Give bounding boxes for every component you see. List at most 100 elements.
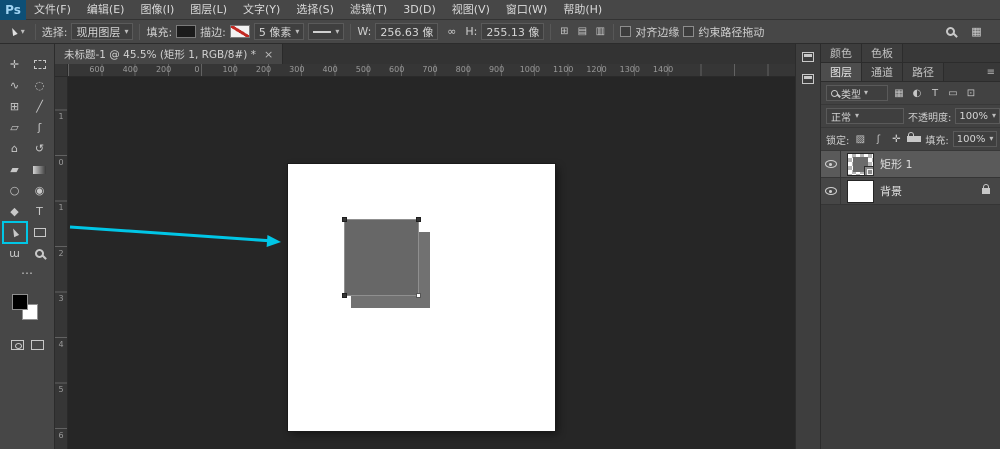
- lock-position-icon[interactable]: ✛: [889, 132, 903, 146]
- brush-tool[interactable]: ʃ: [29, 118, 51, 137]
- document-area: 未标题-1 @ 45.5% (矩形 1, RGB/8#) * × 600 400 2…: [55, 44, 795, 449]
- layer-filter-dropdown[interactable]: 类型 ▾: [826, 85, 888, 101]
- ruler-label: 600: [389, 65, 405, 74]
- panel-tab-路径[interactable]: 路径: [903, 63, 944, 81]
- fill-color-swatch[interactable]: [176, 25, 197, 38]
- gradient-tool[interactable]: [29, 160, 51, 179]
- menu-item[interactable]: 编辑(E): [79, 0, 133, 20]
- workspace-switcher-icon[interactable]: ▦: [967, 23, 986, 40]
- dodge-tool[interactable]: ◉: [29, 181, 51, 200]
- select-mode-dropdown[interactable]: 现用图层 ▾: [71, 23, 134, 40]
- lock-transparency-icon[interactable]: ▨: [853, 132, 867, 146]
- collapsed-panel-icon[interactable]: [802, 74, 814, 84]
- search-icon[interactable]: [946, 27, 955, 36]
- tool-preset-button[interactable]: ► ▾: [6, 22, 29, 42]
- eyedropper-tool[interactable]: ╱: [29, 97, 51, 116]
- menu-item[interactable]: 滤镜(T): [342, 0, 395, 20]
- anchor-handle[interactable]: [416, 293, 421, 298]
- anchor-handle[interactable]: [416, 217, 421, 222]
- foreground-color-swatch[interactable]: [12, 294, 28, 310]
- crop-tool[interactable]: ⊞: [4, 97, 26, 116]
- hand-tool-icon: ɯ: [9, 247, 20, 260]
- stroke-width-dropdown[interactable]: 5 像素 ▾: [253, 23, 305, 40]
- menu-item[interactable]: 选择(S): [288, 0, 342, 20]
- link-dimensions-icon[interactable]: ∞: [442, 23, 461, 40]
- filter-smart-objects-icon[interactable]: ⊡: [964, 86, 978, 100]
- panel-tab-图层[interactable]: 图层: [821, 63, 862, 81]
- path-alignment-icon[interactable]: ▤: [575, 25, 589, 39]
- height-input[interactable]: 255.13 像: [481, 23, 545, 40]
- close-icon[interactable]: ×: [264, 48, 273, 61]
- menu-item[interactable]: 窗口(W): [498, 0, 555, 20]
- filter-pixel-layers-icon[interactable]: ▦: [892, 86, 906, 100]
- panel-tab-通道[interactable]: 通道: [862, 63, 903, 81]
- opacity-value: 100%: [959, 110, 988, 122]
- align-edges-checkbox[interactable]: [620, 26, 632, 37]
- layer-row[interactable]: 背景: [821, 178, 1000, 205]
- lasso-tool[interactable]: ∿: [4, 76, 26, 95]
- path-operations-icon[interactable]: ⊞: [557, 25, 571, 39]
- menu-item[interactable]: 帮助(H): [555, 0, 610, 20]
- healing-brush-tool[interactable]: ▱: [4, 118, 26, 137]
- edit-toolbar-dots-icon[interactable]: ⋯: [21, 266, 33, 282]
- ruler-label: 600: [89, 65, 105, 74]
- visibility-toggle[interactable]: [821, 178, 841, 204]
- stroke-type-dropdown[interactable]: ▾: [308, 23, 345, 40]
- quick-mask-mode-icon[interactable]: [10, 340, 24, 350]
- type-tool[interactable]: T: [29, 202, 51, 221]
- chevron-down-icon: ▾: [855, 111, 860, 120]
- collapsed-panel-icon[interactable]: [802, 52, 814, 62]
- rectangular-marquee-tool[interactable]: [29, 55, 51, 74]
- width-input[interactable]: 256.63 像: [375, 23, 439, 40]
- screen-mode-icon[interactable]: [30, 340, 44, 350]
- blend-mode-dropdown[interactable]: 正常 ▾: [826, 108, 904, 124]
- anchor-handle[interactable]: [342, 293, 347, 298]
- panel-menu-icon[interactable]: ≡: [982, 63, 1000, 81]
- filter-adjustment-layers-icon[interactable]: ◐: [910, 86, 924, 100]
- pen-tool[interactable]: ◆: [4, 202, 26, 221]
- layer-thumbnail[interactable]: [847, 179, 874, 203]
- stroke-color-swatch[interactable]: [229, 25, 250, 38]
- opacity-input[interactable]: 100% ▾: [955, 108, 1000, 124]
- opacity-label: 不透明度:: [908, 112, 952, 124]
- panel-tab-色板[interactable]: 色板: [862, 44, 903, 62]
- history-brush-tool[interactable]: ↺: [29, 139, 51, 158]
- select-label: 选择:: [41, 25, 68, 39]
- canvas-rectangle-selected[interactable]: [342, 217, 421, 298]
- quick-selection-tool[interactable]: ◌: [29, 76, 51, 95]
- path-arrangement-icon[interactable]: ▥: [593, 25, 607, 39]
- ruler-label: 200: [255, 65, 272, 74]
- clone-stamp-tool[interactable]: ⌂: [4, 139, 26, 158]
- panel-tab-颜色[interactable]: 颜色: [821, 44, 862, 62]
- width-label: W:: [357, 25, 372, 38]
- menu-item[interactable]: 图像(I): [132, 0, 182, 20]
- fill-opacity-input[interactable]: 100% ▾: [952, 131, 998, 147]
- eraser-tool[interactable]: ▰: [4, 160, 26, 179]
- layer-row[interactable]: 矩形 1: [821, 151, 1000, 178]
- layer-thumbnail[interactable]: [847, 152, 874, 176]
- hand-tool[interactable]: ɯ: [4, 244, 26, 263]
- filter-shape-layers-icon[interactable]: ▭: [946, 86, 960, 100]
- lock-all-icon[interactable]: [907, 132, 922, 142]
- lock-image-icon[interactable]: ʃ: [871, 132, 885, 146]
- path-selection-tool[interactable]: ►: [4, 223, 26, 242]
- blur-tool[interactable]: ○: [4, 181, 26, 200]
- layer-filter-row: 类型 ▾ ▦ ◐ T ▭ ⊡: [821, 82, 1000, 105]
- menu-item[interactable]: 文字(Y): [235, 0, 288, 20]
- constrain-path-checkbox[interactable]: [683, 26, 695, 37]
- visibility-toggle[interactable]: [821, 151, 841, 177]
- ruler-label: 1300: [619, 65, 640, 74]
- menu-item[interactable]: 文件(F): [26, 0, 79, 20]
- filter-type-layers-icon[interactable]: T: [928, 86, 942, 100]
- document-canvas[interactable]: [288, 164, 555, 431]
- zoom-tool[interactable]: [29, 244, 51, 263]
- fill-opacity-value: 100%: [956, 133, 986, 145]
- fill-label: 填充:: [146, 25, 173, 39]
- move-tool[interactable]: ✛: [4, 55, 26, 74]
- menu-item[interactable]: 视图(V): [444, 0, 498, 20]
- menu-item[interactable]: 3D(D): [395, 0, 444, 20]
- anchor-handle[interactable]: [342, 217, 347, 222]
- menu-item[interactable]: 图层(L): [182, 0, 235, 20]
- document-tab[interactable]: 未标题-1 @ 45.5% (矩形 1, RGB/8#) * ×: [55, 44, 284, 64]
- rectangle-tool[interactable]: [29, 223, 51, 242]
